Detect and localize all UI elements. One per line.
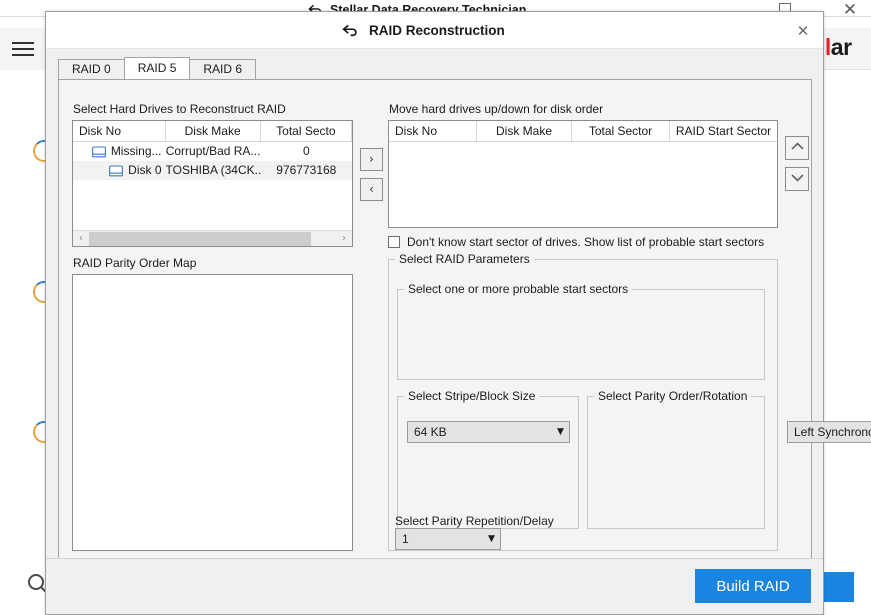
- column-header-disk-make[interactable]: Disk Make: [477, 121, 572, 141]
- back-arrow-icon[interactable]: [342, 24, 359, 37]
- parity-order-value: Left Synchronous (backward: [788, 425, 871, 439]
- cell-disk-no: Missing...: [73, 142, 166, 161]
- probable-start-sectors-group: Select one or more probable start sector…: [397, 282, 765, 380]
- unknown-start-sector-checkbox[interactable]: [388, 236, 400, 248]
- scrollbar-track[interactable]: [89, 231, 336, 247]
- probable-start-sectors-legend: Select one or more probable start sector…: [404, 282, 632, 296]
- build-raid-button[interactable]: Build RAID: [695, 569, 811, 603]
- parity-order-map-area[interactable]: [72, 274, 353, 551]
- raid-parameters-group: Select RAID Parameters Select one or mor…: [388, 252, 778, 551]
- disk-no-text: Disk 0: [128, 161, 161, 180]
- parity-order-select[interactable]: Left Synchronous (backward ▼: [787, 421, 871, 443]
- dialog-title: RAID Reconstruction: [342, 23, 505, 38]
- cell-disk-make: Corrupt/Bad RA...: [166, 142, 261, 161]
- dialog-title-text: RAID Reconstruction: [369, 23, 505, 38]
- raid-parameters-legend: Select RAID Parameters: [395, 252, 534, 266]
- dialog-footer: Build RAID: [46, 558, 823, 614]
- scroll-left-icon[interactable]: ‹: [73, 231, 89, 247]
- stripe-size-legend: Select Stripe/Block Size: [404, 389, 539, 403]
- chevron-down-icon: [786, 173, 808, 182]
- raid-level-tabs: RAID 0 RAID 5 RAID 6: [58, 58, 812, 79]
- tab-raid-0[interactable]: RAID 0: [58, 59, 125, 79]
- tab-raid-6[interactable]: RAID 6: [189, 59, 256, 79]
- table-row[interactable]: Disk 0 TOSHIBA (34CK... 976773168: [73, 161, 352, 180]
- column-header-disk-no[interactable]: Disk No: [389, 121, 477, 141]
- logo-text: ar: [831, 34, 852, 60]
- select-drives-label: Select Hard Drives to Reconstruct RAID: [73, 102, 286, 116]
- parity-repetition-label: Select Parity Repetition/Delay: [395, 514, 554, 528]
- background-secondary-button[interactable]: [824, 572, 854, 602]
- chevron-down-icon[interactable]: ▼: [552, 427, 569, 437]
- raid-5-tab-panel: Select Hard Drives to Reconstruct RAID D…: [58, 79, 812, 559]
- parity-repetition-select[interactable]: 1 ▼: [395, 528, 501, 550]
- dialog-title-bar: RAID Reconstruction ✕: [46, 12, 823, 49]
- parity-order-group: Select Parity Order/Rotation Left Synchr…: [587, 389, 765, 529]
- cell-disk-no: Disk 0: [73, 161, 166, 180]
- disk-no-text: Missing...: [111, 142, 162, 161]
- table-row[interactable]: Missing... Corrupt/Bad RA... 0: [73, 142, 352, 161]
- parity-order-map-label: RAID Parity Order Map: [73, 256, 196, 270]
- column-header-disk-make[interactable]: Disk Make: [166, 121, 261, 141]
- unknown-start-sector-row[interactable]: Don't know start sector of drives. Show …: [388, 235, 764, 249]
- horizontal-scrollbar[interactable]: ‹ ›: [73, 230, 352, 246]
- raid-reconstruction-dialog: RAID Reconstruction ✕ RAID 0 RAID 5 RAID…: [45, 11, 824, 615]
- unknown-start-sector-label: Don't know start sector of drives. Show …: [407, 235, 764, 249]
- chevron-down-icon[interactable]: ▼: [483, 534, 500, 544]
- disk-drive-icon: [92, 146, 106, 158]
- cell-disk-make: TOSHIBA (34CK...: [166, 161, 261, 180]
- parity-order-legend: Select Parity Order/Rotation: [594, 389, 751, 403]
- available-drives-list[interactable]: Disk No Disk Make Total Secto Missing...: [72, 120, 353, 247]
- stripe-size-group: Select Stripe/Block Size 64 KB ▼: [397, 389, 579, 529]
- tab-raid-5[interactable]: RAID 5: [124, 57, 191, 79]
- remove-drive-button[interactable]: ‹: [360, 178, 383, 201]
- column-header-raid-start-sector[interactable]: RAID Start Sector: [670, 121, 777, 141]
- scroll-right-icon[interactable]: ›: [336, 231, 352, 247]
- selected-drives-header: Disk No Disk Make Total Sector RAID Star…: [389, 121, 777, 142]
- move-down-button[interactable]: [785, 167, 809, 191]
- add-drive-button[interactable]: ›: [360, 148, 383, 171]
- cell-total-sector: 0: [261, 142, 352, 161]
- move-drives-label: Move hard drives up/down for disk order: [389, 102, 603, 116]
- move-up-button[interactable]: [785, 136, 809, 160]
- column-header-disk-no[interactable]: Disk No: [73, 121, 166, 141]
- available-drives-header: Disk No Disk Make Total Secto: [73, 121, 352, 142]
- close-window-button[interactable]: ✕: [838, 0, 862, 21]
- cell-total-sector: 976773168: [261, 161, 352, 180]
- dialog-close-button[interactable]: ✕: [791, 20, 815, 42]
- screen: Stellar Data Recovery Technician ✕ llar …: [0, 0, 871, 615]
- scrollbar-thumb[interactable]: [89, 232, 311, 246]
- column-header-total-sector[interactable]: Total Secto: [261, 121, 352, 141]
- hamburger-menu-icon[interactable]: [12, 42, 34, 56]
- stripe-size-value: 64 KB: [408, 425, 552, 439]
- disk-drive-icon: [109, 165, 123, 177]
- parity-repetition-value: 1: [396, 532, 483, 546]
- column-header-total-sector[interactable]: Total Sector: [572, 121, 670, 141]
- stripe-size-select[interactable]: 64 KB ▼: [407, 421, 570, 443]
- chevron-up-icon: [786, 142, 808, 151]
- selected-drives-list[interactable]: Disk No Disk Make Total Sector RAID Star…: [388, 120, 778, 228]
